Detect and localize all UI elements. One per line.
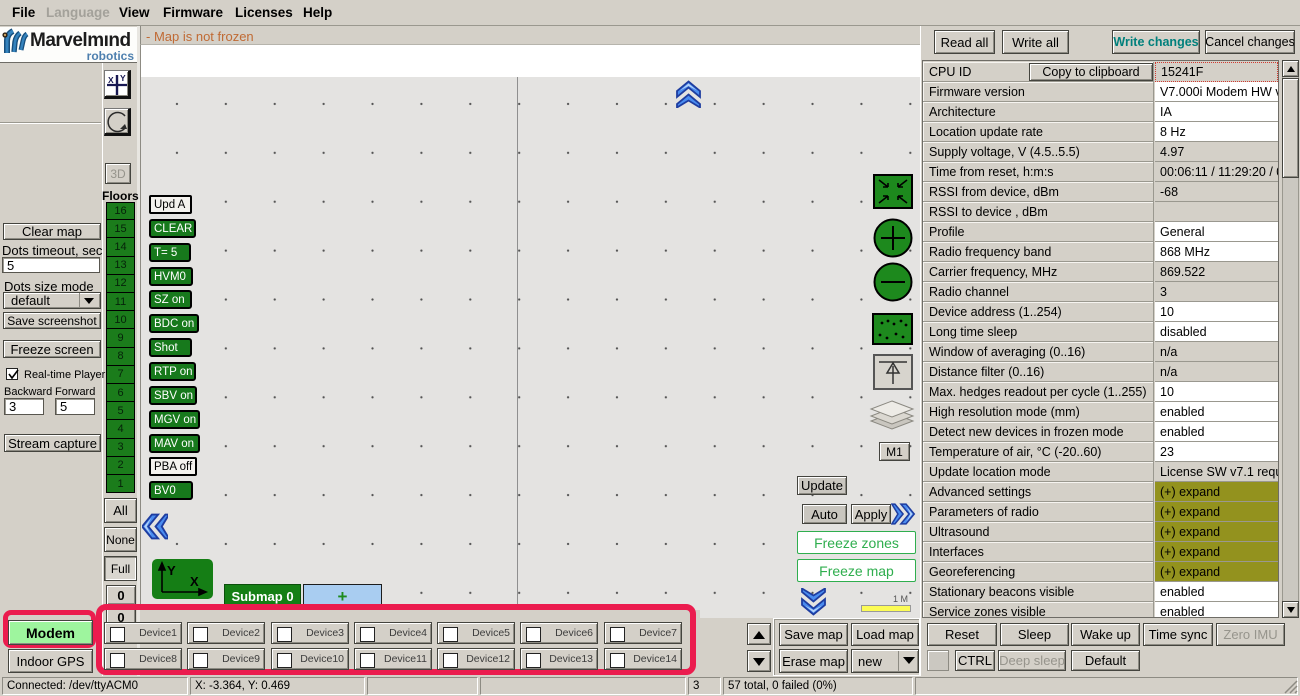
svg-text:X: X: [190, 574, 199, 589]
svg-text:Y: Y: [120, 73, 126, 83]
svg-text:Y: Y: [167, 563, 176, 578]
svg-text:X: X: [108, 75, 114, 85]
